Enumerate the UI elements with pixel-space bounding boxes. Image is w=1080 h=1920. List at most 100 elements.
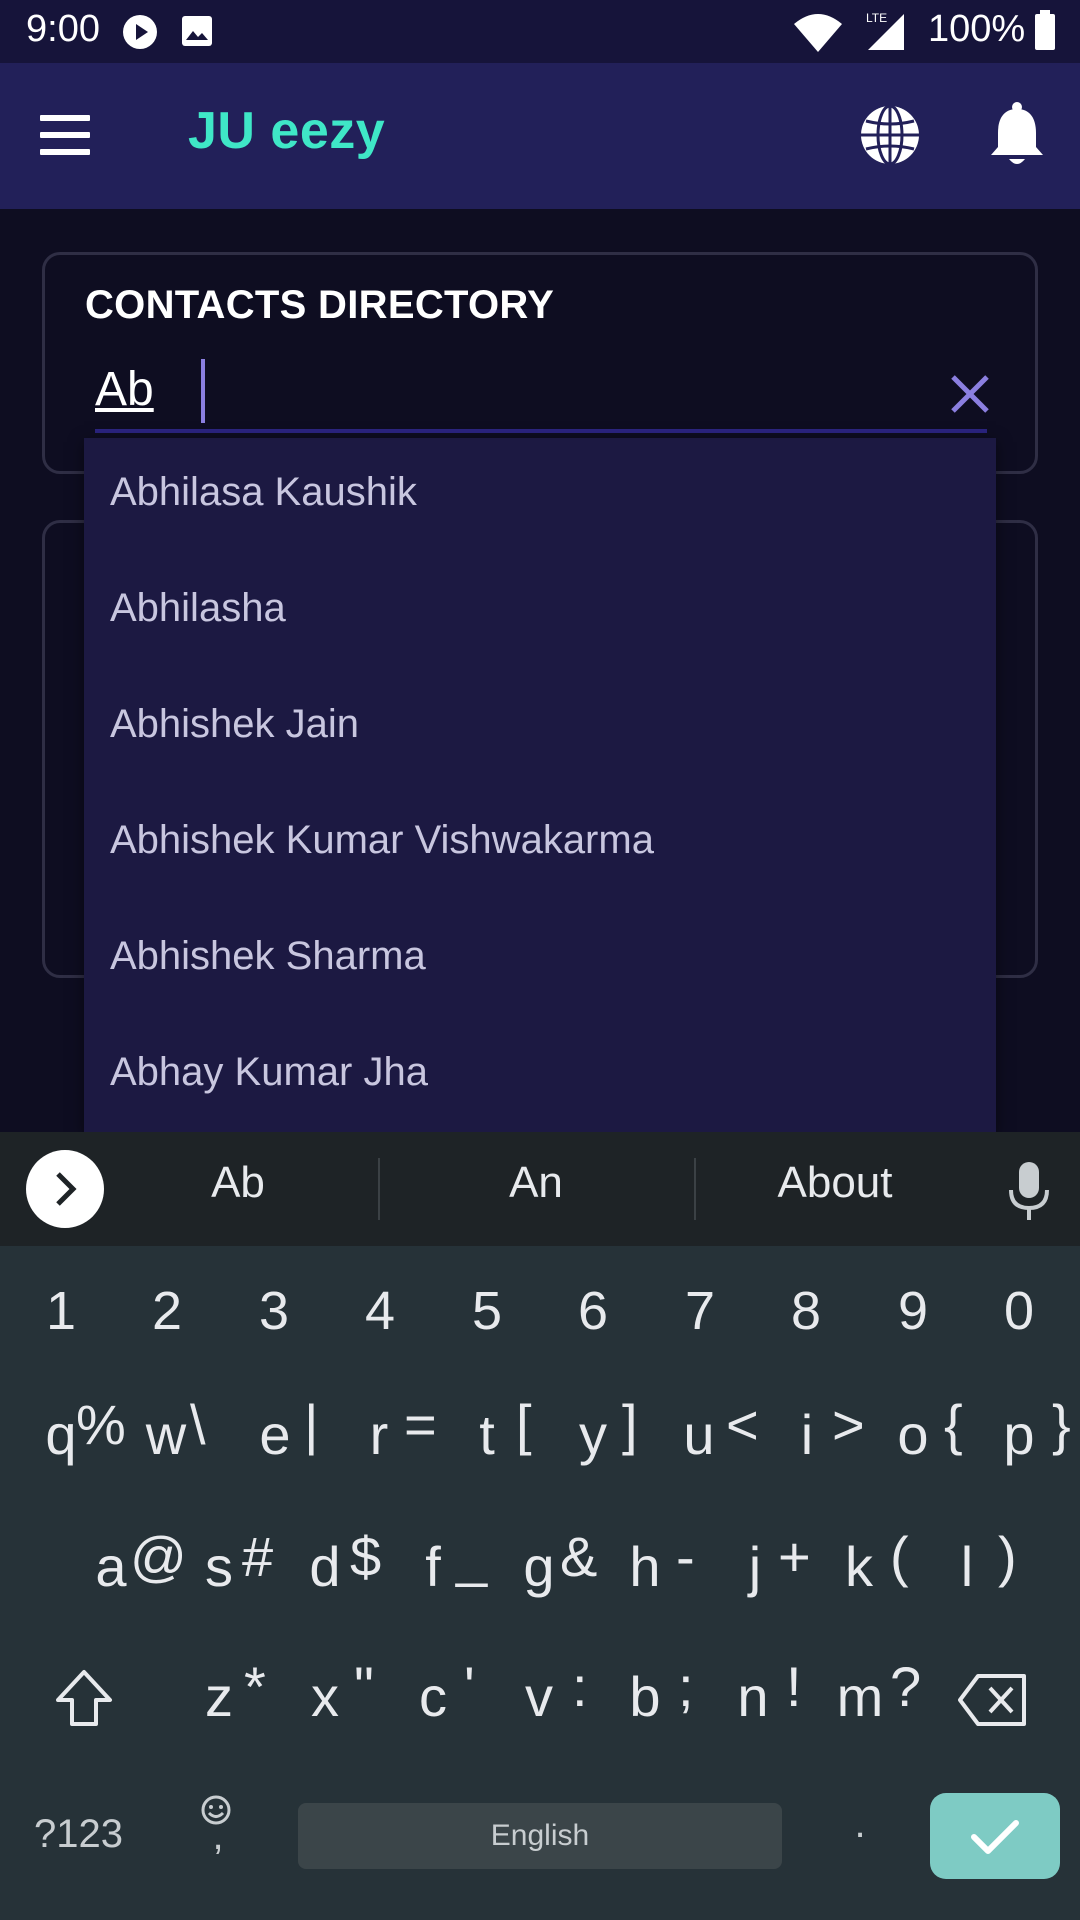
key-a-alt: @ <box>130 1525 187 1588</box>
key-j-alt: + <box>778 1525 811 1588</box>
menu-icon[interactable] <box>40 115 106 161</box>
enter-button[interactable] <box>930 1793 1060 1879</box>
app-title: JU eezy <box>188 102 386 160</box>
key-d[interactable]: d <box>300 1534 350 1599</box>
symbols-key[interactable]: ?123 <box>34 1812 123 1857</box>
key-e[interactable]: e <box>250 1402 300 1467</box>
key-7[interactable]: 7 <box>675 1280 725 1342</box>
key-c-alt: ' <box>464 1655 475 1718</box>
key-l[interactable]: l <box>942 1534 992 1599</box>
key-8[interactable]: 8 <box>781 1280 831 1342</box>
key-y-alt: ] <box>622 1393 638 1456</box>
key-m-alt: ? <box>890 1655 922 1718</box>
key-b-alt: ; <box>678 1655 694 1718</box>
image-notification-icon <box>182 16 212 46</box>
notification-bell-icon[interactable] <box>988 101 1046 169</box>
key-2[interactable]: 2 <box>142 1280 192 1342</box>
contacts-search-input[interactable] <box>95 353 895 425</box>
key-3[interactable]: 3 <box>249 1280 299 1342</box>
dropdown-item-label: Abhishek Kumar Vishwakarma <box>110 818 654 862</box>
space-key[interactable]: English <box>298 1803 782 1869</box>
key-j[interactable]: j <box>730 1534 780 1599</box>
microphone-icon[interactable] <box>1004 1162 1054 1220</box>
battery-percent: 100% <box>928 8 1026 50</box>
key-v-alt: : <box>572 1655 588 1718</box>
dropdown-item[interactable]: Abhay Kumar Jha <box>84 1018 996 1134</box>
key-w-alt: \ <box>190 1393 206 1456</box>
key-p[interactable]: p <box>994 1402 1044 1467</box>
shift-icon[interactable] <box>52 1666 116 1730</box>
key-n-alt: ! <box>786 1655 802 1718</box>
key-m[interactable]: m <box>830 1664 890 1729</box>
key-b[interactable]: b <box>620 1664 670 1729</box>
key-5[interactable]: 5 <box>462 1280 512 1342</box>
key-t[interactable]: t <box>462 1402 512 1467</box>
key-h-alt: - <box>676 1525 695 1588</box>
key-6[interactable]: 6 <box>568 1280 618 1342</box>
keyboard-suggestion-bar: Ab An About <box>0 1132 1080 1246</box>
key-i-alt: > <box>832 1393 865 1456</box>
key-comma[interactable]: , <box>206 1814 230 1859</box>
dropdown-item[interactable]: Abhilasha <box>84 554 996 670</box>
dropdown-item[interactable]: Abhishek Sharma <box>84 902 996 1018</box>
key-s[interactable]: s <box>194 1534 244 1599</box>
suggestion-1[interactable]: Ab <box>178 1158 298 1208</box>
key-k-alt: ( <box>890 1525 909 1588</box>
key-x-alt: " <box>354 1655 374 1718</box>
key-w[interactable]: w <box>138 1402 194 1467</box>
lte-signal-icon: LTE <box>866 11 904 50</box>
key-f[interactable]: f <box>408 1534 458 1599</box>
app-bar: JU eezy <box>0 63 1080 209</box>
key-c[interactable]: c <box>408 1664 458 1729</box>
suggestion-divider <box>694 1158 696 1220</box>
backspace-icon[interactable] <box>958 1674 1028 1726</box>
key-z-alt: * <box>244 1655 266 1718</box>
app-root: 9:00 LTE 100% JU eezy CONTACTS DIRECTORY… <box>0 0 1080 1920</box>
key-g[interactable]: g <box>514 1534 564 1599</box>
key-y[interactable]: y <box>568 1402 618 1467</box>
dropdown-item[interactable]: Abhishek Kumar Vishwakarma <box>84 786 996 902</box>
key-a[interactable]: a <box>86 1534 136 1599</box>
key-1[interactable]: 1 <box>36 1280 86 1342</box>
key-v[interactable]: v <box>514 1664 564 1729</box>
dropdown-item-label: Abhilasha <box>110 586 286 630</box>
globe-icon[interactable] <box>858 103 922 167</box>
suggestion-2[interactable]: An <box>476 1158 596 1208</box>
key-n[interactable]: n <box>728 1664 778 1729</box>
key-4[interactable]: 4 <box>355 1280 405 1342</box>
key-p-alt: } <box>1052 1393 1071 1456</box>
wifi-icon <box>794 14 842 52</box>
key-0[interactable]: 0 <box>994 1280 1044 1342</box>
key-i[interactable]: i <box>782 1402 832 1467</box>
key-r[interactable]: r <box>354 1402 404 1467</box>
keyboard-expand-button[interactable] <box>26 1150 104 1228</box>
battery-icon <box>1035 10 1055 50</box>
key-l-alt: ) <box>998 1525 1017 1588</box>
search-field-wrapper <box>95 349 989 433</box>
dropdown-item[interactable]: Abhishek Jain <box>84 670 996 786</box>
suggestion-3[interactable]: About <box>760 1158 910 1208</box>
key-d-alt: $ <box>350 1525 382 1588</box>
key-o[interactable]: o <box>888 1402 938 1467</box>
key-9[interactable]: 9 <box>888 1280 938 1342</box>
key-t-alt: [ <box>516 1393 532 1456</box>
soft-keyboard: 1 2 3 4 5 6 7 8 9 0 q % w \ e | r = t [ … <box>0 1246 1080 1920</box>
key-q-alt: % <box>76 1393 126 1456</box>
dropdown-item[interactable]: Abhilasa Kaushik <box>84 438 996 554</box>
clear-icon[interactable] <box>947 371 993 417</box>
chevron-right-icon <box>56 1172 77 1206</box>
status-time: 9:00 <box>26 8 100 50</box>
key-x[interactable]: x <box>300 1664 350 1729</box>
key-s-alt: # <box>242 1525 274 1588</box>
suggestion-divider <box>378 1158 380 1220</box>
key-u[interactable]: u <box>674 1402 724 1467</box>
dropdown-item-label: Abhilasa Kaushik <box>110 470 417 514</box>
key-r-alt: = <box>404 1393 437 1456</box>
key-h[interactable]: h <box>620 1534 670 1599</box>
key-e-alt: | <box>304 1393 319 1456</box>
svg-text:LTE: LTE <box>866 11 887 25</box>
key-k[interactable]: k <box>834 1534 884 1599</box>
check-icon <box>971 1820 1019 1854</box>
key-z[interactable]: z <box>194 1664 244 1729</box>
key-period[interactable]: . <box>848 1802 872 1847</box>
